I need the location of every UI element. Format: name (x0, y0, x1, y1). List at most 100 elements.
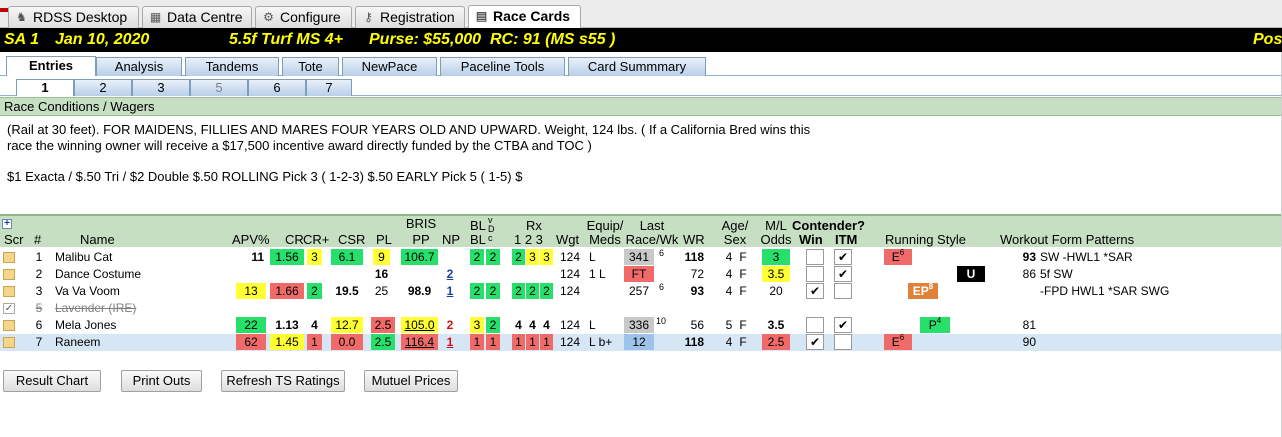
cell-crplus: 2 (307, 283, 322, 299)
result-chart-button[interactable]: Result Chart (3, 370, 101, 392)
itm-checkbox[interactable] (834, 283, 852, 299)
scratch-checkbox[interactable] (3, 337, 15, 348)
cell-pl: 2.5 (371, 317, 395, 333)
cell-rx1: 4 (515, 318, 522, 332)
cell-crplus: 1 (307, 334, 322, 350)
cell-rx1: 1 (512, 334, 525, 350)
cell-rx2: 1 (526, 334, 539, 350)
tab-entries[interactable]: Entries (6, 56, 96, 77)
style-letter: E (891, 250, 900, 264)
col-rx: Rx (526, 218, 542, 233)
win-checkbox[interactable] (806, 266, 824, 282)
scratch-checkbox[interactable] (3, 269, 15, 280)
style-sup: 4 (936, 316, 942, 325)
cell-num: 7 (35, 335, 43, 349)
table-row[interactable]: 2 Dance Costume 16 2 124 1 L FT 72 4 F 3… (0, 266, 1282, 283)
itm-checkbox[interactable] (834, 334, 852, 350)
running-style-badge: E6 (884, 334, 912, 350)
tab-data-centre[interactable]: ▦ Data Centre (142, 6, 252, 28)
cell-num: 2 (35, 267, 43, 281)
cell-workout-num: 90 (1022, 335, 1036, 349)
tab-race-7[interactable]: 7 (306, 79, 352, 96)
scratch-checkbox[interactable] (3, 320, 15, 331)
tab-registration[interactable]: ⚷ Registration (355, 6, 465, 28)
cell-wgt: 124 (560, 284, 581, 298)
table-row[interactable]: 6 Mela Jones 22 1.13 4 12.7 2.5 105.0 2 … (0, 316, 1282, 334)
cell-sex: F (739, 267, 747, 281)
scratch-checkbox[interactable] (3, 252, 15, 263)
win-checkbox[interactable]: ✔ (806, 334, 824, 350)
database-icon: ▦ (149, 10, 162, 24)
cell-meds: L (589, 318, 596, 332)
running-style-badge: EP8 (908, 283, 938, 299)
cell-workout: SW -HWL1 *SAR (1040, 250, 1133, 264)
cell-wr: 56 (690, 318, 704, 332)
cell-pp: 106.7 (401, 249, 438, 265)
tab-label: Race Cards (493, 8, 571, 24)
tab-analysis[interactable]: Analysis (96, 57, 182, 76)
cell-cr: 1.66 (270, 283, 304, 299)
cell-age: 4 (725, 284, 733, 298)
tab-race-cards[interactable]: ▤ Race Cards (468, 5, 581, 29)
running-style-badge: E6 (884, 249, 912, 265)
itm-checkbox[interactable]: ✔ (834, 266, 852, 282)
tab-card-summary[interactable]: Card Summmary (568, 57, 706, 76)
tab-rdss-desktop[interactable]: ♞ RDSS Desktop (8, 6, 139, 28)
table-row[interactable]: 1 Malibu Cat 11 1.56 3 6.1 9 106.7 2 2 2… (0, 248, 1282, 266)
tab-label: Configure (280, 9, 341, 25)
cell-cr: 1.56 (270, 249, 304, 265)
cell-name: Dance Costume (55, 267, 142, 281)
cell-odds: 3.5 (762, 266, 790, 282)
win-checkbox[interactable] (806, 317, 824, 333)
cell-np[interactable]: 1 (444, 334, 456, 350)
table-row-selected[interactable]: 7 Raneem 62 1.45 1 0.0 2.5 116.4 1 1 1 1… (0, 334, 1282, 351)
col-race-wk: Race/Wk (625, 232, 679, 247)
col-ml: M/L (765, 218, 787, 233)
tab-race-5[interactable]: 5 (190, 79, 248, 96)
race-card-subtabs: Entries Analysis Tandems Tote NewPace Pa… (0, 52, 1282, 77)
col-age: Age/ (721, 218, 749, 233)
tab-tote[interactable]: Tote (282, 57, 339, 76)
cell-np[interactable]: 1 (444, 283, 456, 299)
cell-crplus: 3 (307, 249, 322, 265)
cell-apv: 11 (251, 250, 264, 264)
win-checkbox[interactable]: ✔ (806, 283, 824, 299)
print-outs-button[interactable]: Print Outs (121, 370, 202, 392)
cell-workout: -FPD HWL1 *SAR SWG (1040, 284, 1170, 298)
tab-race-3[interactable]: 3 (132, 79, 190, 96)
table-row-scratched[interactable]: ✓ 5 Lavender (IRE) (0, 300, 1282, 317)
tab-race-6[interactable]: 6 (248, 79, 306, 96)
cell-wr: 72 (690, 267, 704, 281)
cell-meds: L b+ (589, 335, 613, 349)
itm-checkbox[interactable]: ✔ (834, 317, 852, 333)
win-checkbox[interactable] (806, 249, 824, 265)
tab-race-1[interactable]: 1 (16, 79, 74, 96)
cell-last: 341 (624, 249, 654, 265)
tab-tandems[interactable]: Tandems (185, 57, 279, 76)
cell-np[interactable]: 2 (444, 266, 456, 282)
cell-rx3: 2 (540, 283, 553, 299)
mutuel-prices-button[interactable]: Mutuel Prices (364, 370, 458, 392)
table-row[interactable]: 3 Va Va Voom 13 1.66 2 19.5 25 98.9 1 2 … (0, 282, 1282, 300)
cell-sex: F (739, 284, 747, 298)
tab-race-2[interactable]: 2 (74, 79, 132, 96)
tab-paceline-tools[interactable]: Paceline Tools (440, 57, 565, 76)
race-date: Jan 10, 2020 (55, 31, 150, 48)
tab-configure[interactable]: ⚙ Configure (255, 6, 352, 28)
col-running-style: Running Style (885, 232, 966, 247)
app-tab-bar: ♞ RDSS Desktop ▦ Data Centre ⚙ Configure… (0, 0, 1282, 29)
cell-workout-num: 93 (1022, 250, 1036, 264)
expand-plus-icon[interactable]: + (2, 219, 12, 229)
scratch-checkbox-checked[interactable]: ✓ (3, 303, 15, 314)
cell-last: 336 (624, 317, 654, 333)
col-sex: Sex (723, 232, 747, 247)
cell-csr: 12.7 (331, 317, 363, 333)
tab-label: Data Centre (167, 9, 243, 25)
cell-wgt: 124 (560, 267, 581, 281)
col-rx-123: 1 2 3 (514, 232, 543, 247)
scratch-checkbox[interactable] (3, 286, 15, 297)
itm-checkbox[interactable]: ✔ (834, 249, 852, 265)
tab-newpace[interactable]: NewPace (342, 57, 437, 76)
col-name: Name (80, 232, 115, 247)
refresh-ts-ratings-button[interactable]: Refresh TS Ratings (221, 370, 345, 392)
